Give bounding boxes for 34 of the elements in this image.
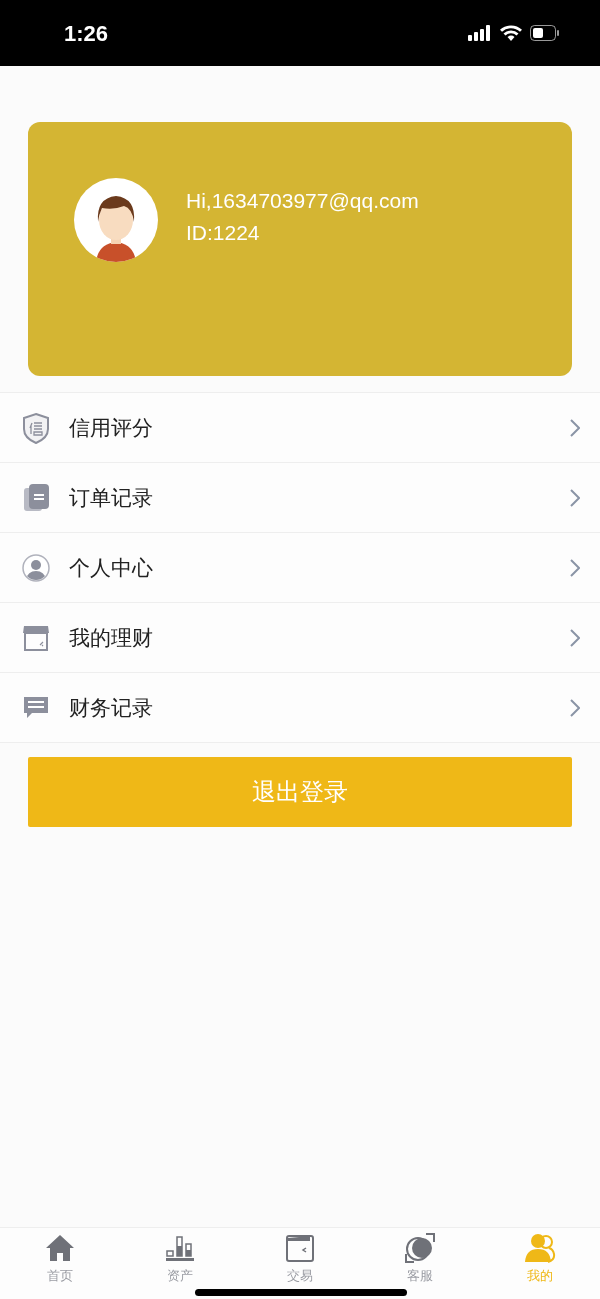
- user-id: ID:1224: [186, 220, 261, 246]
- signal-icon: [468, 25, 492, 41]
- user-icon: [524, 1232, 556, 1264]
- tab[interactable]: 交易: [240, 1232, 360, 1284]
- status-time: 1:26: [64, 19, 109, 48]
- menu-label: 财务记录: [69, 694, 154, 721]
- wifi-icon: [500, 25, 522, 41]
- tab[interactable]: 我的: [480, 1232, 600, 1284]
- shield-icon: [21, 411, 51, 444]
- menu-label: 我的理财: [69, 624, 154, 651]
- chevron-right-icon: [570, 418, 580, 437]
- tab-label: 客服: [407, 1268, 433, 1284]
- user-email: Hi,1634703977@qq.com: [186, 188, 419, 214]
- logout-button[interactable]: 退出登录: [28, 757, 572, 827]
- tab[interactable]: 资产: [120, 1232, 240, 1284]
- menu-label: 信用评分: [69, 414, 154, 441]
- tab[interactable]: 首页: [0, 1232, 120, 1284]
- tab[interactable]: 客服: [360, 1232, 480, 1284]
- chevron-right-icon: [570, 628, 580, 647]
- tab-label: 首页: [47, 1268, 73, 1284]
- tab-label: 交易: [287, 1268, 313, 1284]
- home-icon: [44, 1232, 76, 1264]
- support-icon: [404, 1232, 436, 1264]
- wallet-icon: [284, 1232, 316, 1264]
- menu-label: 个人中心: [69, 554, 154, 581]
- menu-label: 订单记录: [69, 484, 154, 511]
- tab-label: 我的: [527, 1268, 553, 1284]
- chevron-right-icon: [570, 698, 580, 717]
- battery-icon: [530, 25, 560, 41]
- document-icon: [21, 481, 51, 514]
- chevron-right-icon: [570, 488, 580, 507]
- chevron-right-icon: [570, 558, 580, 577]
- tab-label: 资产: [167, 1268, 193, 1284]
- person-icon: [21, 551, 51, 584]
